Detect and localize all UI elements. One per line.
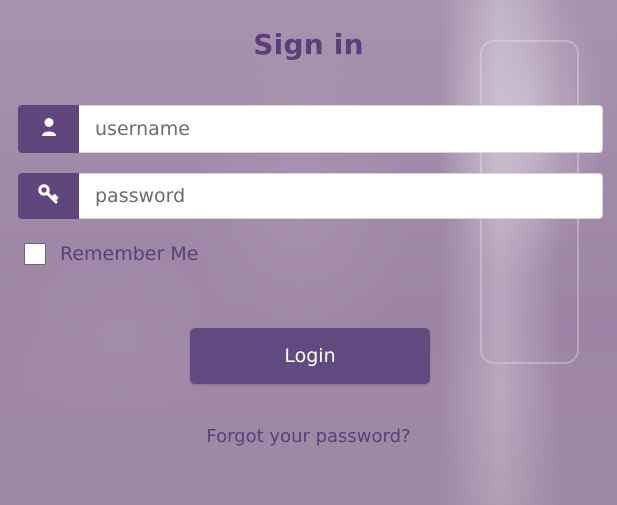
user-icon bbox=[41, 117, 57, 141]
username-field bbox=[18, 105, 603, 153]
remember-me-checkbox[interactable] bbox=[24, 243, 46, 265]
login-button[interactable]: Login bbox=[190, 328, 430, 384]
background-floor bbox=[0, 390, 617, 505]
forgot-password-link[interactable]: Forgot your password? bbox=[0, 426, 617, 447]
username-input[interactable] bbox=[79, 105, 603, 153]
remember-me-label[interactable]: Remember Me bbox=[60, 243, 198, 265]
password-input[interactable] bbox=[79, 173, 603, 219]
key-icon bbox=[37, 184, 60, 208]
page-title: Sign in bbox=[253, 28, 364, 61]
password-icon-addon bbox=[18, 173, 79, 219]
remember-me-row: Remember Me bbox=[24, 243, 198, 265]
password-field bbox=[18, 173, 603, 219]
username-icon-addon bbox=[18, 105, 79, 153]
